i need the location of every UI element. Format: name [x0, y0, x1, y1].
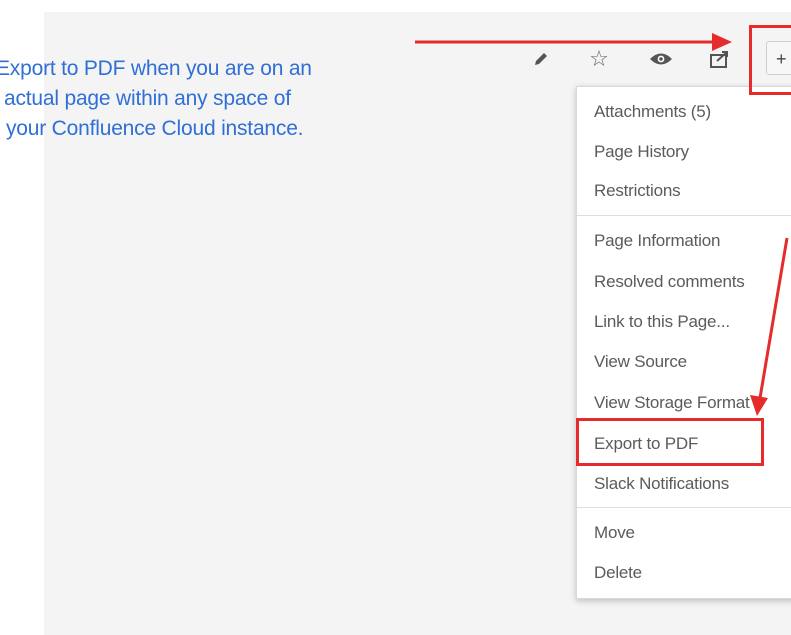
- menu-item-page-information[interactable]: Page Information: [594, 226, 720, 256]
- menu-item-move[interactable]: Move: [594, 518, 635, 548]
- share-icon[interactable]: [708, 47, 732, 71]
- menu-item-slack-notifications[interactable]: Slack Notifications: [594, 469, 729, 499]
- more-actions-menu: Attachments (5) Page History Restriction…: [576, 86, 791, 599]
- menu-item-attachments[interactable]: Attachments (5): [594, 97, 711, 127]
- menu-item-link-to-page[interactable]: Link to this Page...: [594, 307, 730, 337]
- star-icon[interactable]: ☆: [587, 46, 611, 71]
- menu-item-delete[interactable]: Delete: [594, 558, 642, 588]
- menu-item-export-to-pdf[interactable]: Export to PDF: [594, 429, 698, 459]
- menu-item-view-storage-format[interactable]: View Storage Format: [594, 388, 750, 418]
- menu-item-view-source[interactable]: View Source: [594, 347, 687, 377]
- eye-icon[interactable]: [649, 47, 673, 71]
- instruction-text: Export to PDF when you are on an actual …: [0, 54, 478, 144]
- instruction-line-3: your Confluence Cloud instance.: [6, 117, 304, 140]
- instruction-line-2: actual page within any space of: [4, 87, 291, 110]
- pencil-icon[interactable]: [529, 47, 553, 71]
- menu-item-resolved-comments[interactable]: Resolved comments: [594, 267, 745, 297]
- instruction-line-1: Export to PDF when you are on an: [0, 57, 312, 80]
- menu-divider: [577, 215, 791, 216]
- menu-item-restrictions[interactable]: Restrictions: [594, 176, 681, 206]
- more-actions-button[interactable]: +: [766, 41, 791, 75]
- menu-item-page-history[interactable]: Page History: [594, 137, 689, 167]
- menu-divider: [577, 507, 791, 508]
